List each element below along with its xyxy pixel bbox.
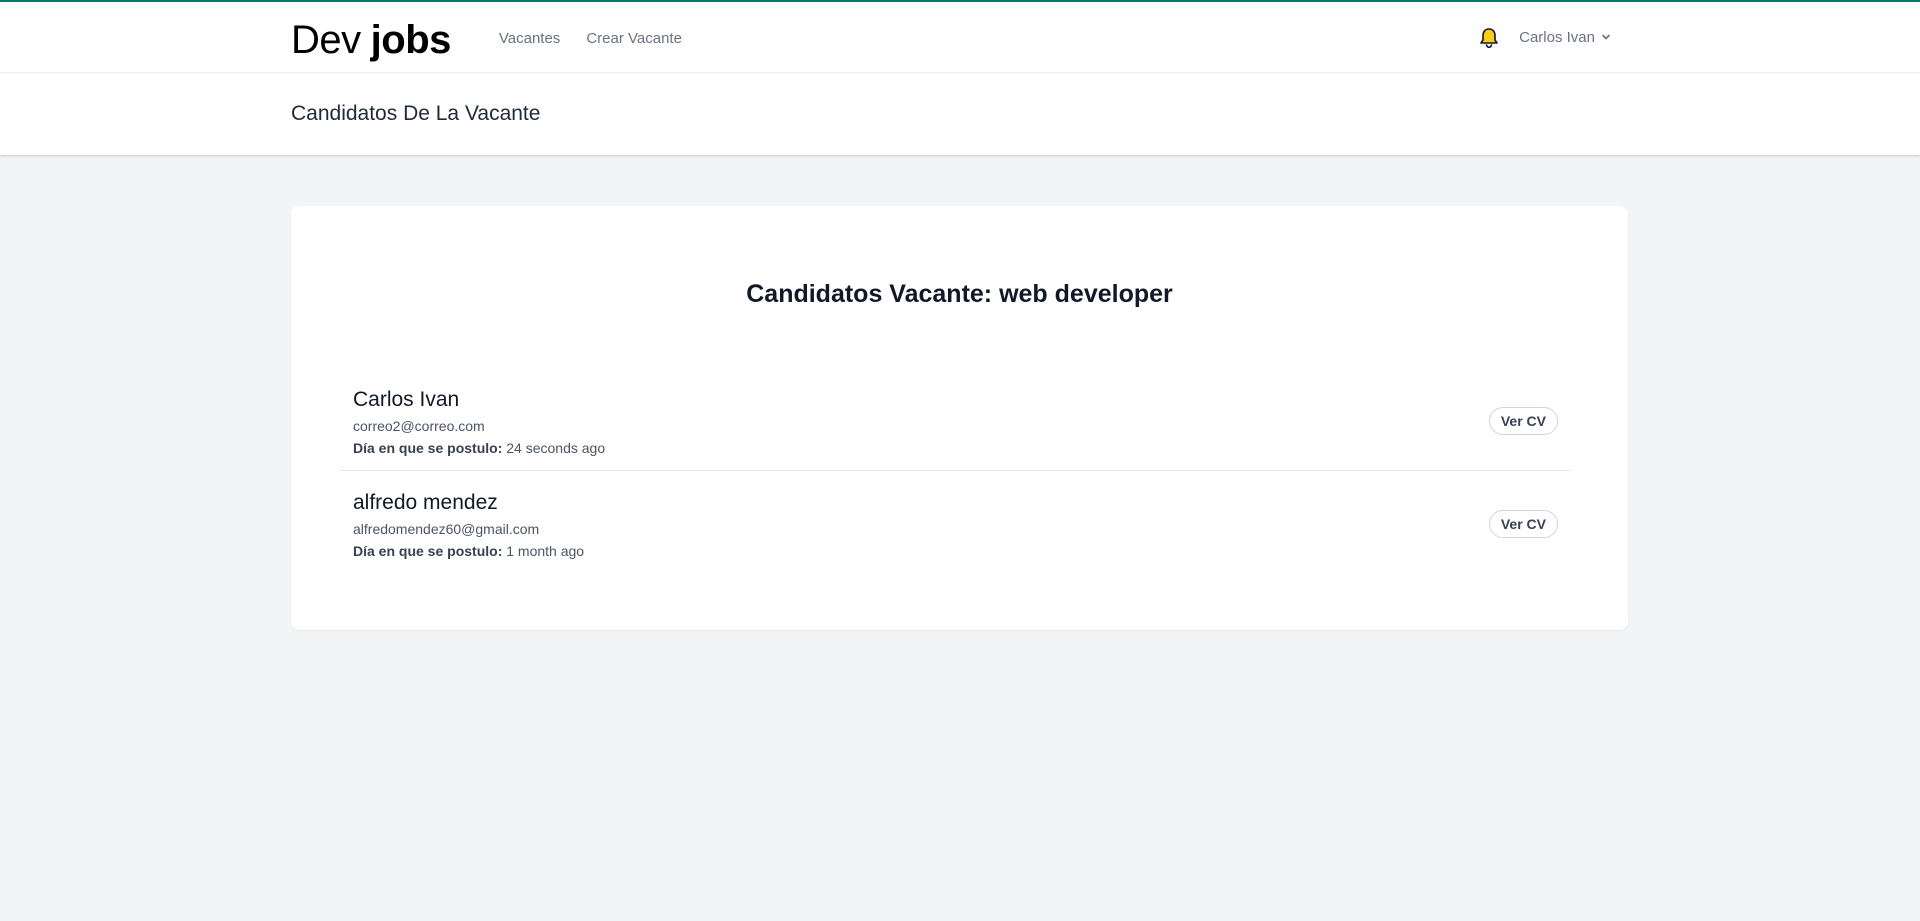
brand-logo-bold: jobs	[370, 17, 452, 62]
view-cv-button[interactable]: Ver CV	[1488, 407, 1558, 435]
candidate-email: alfredomendez60@gmail.com	[353, 521, 540, 537]
vacancy-title: Candidatos Vacante: web developer	[746, 280, 1173, 308]
candidate-email: correo2@correo.com	[353, 418, 485, 434]
brand-logo-light: Dev	[291, 17, 361, 62]
navbar-inner: Dev jobs Vacantes Crear Vacante Carlos I…	[291, 2, 1629, 73]
brand-logo[interactable]: Dev jobs	[291, 20, 451, 60]
candidate-list: Carlos Ivan correo2@correo.com Día en qu…	[340, 380, 1571, 572]
applied-date-value: 1 month ago	[506, 543, 585, 559]
candidate-applied-date: Día en que se postulo: 24 seconds ago	[353, 440, 605, 456]
list-item: alfredo mendez alfredomendez60@gmail.com…	[340, 470, 1571, 572]
navbar: Dev jobs Vacantes Crear Vacante Carlos I…	[0, 2, 1920, 73]
applied-date-label: Día en que se postulo:	[353, 440, 503, 456]
nav-link-vacantes[interactable]: Vacantes	[499, 30, 560, 47]
candidate-name: Carlos Ivan	[353, 388, 460, 411]
page-header: Candidatos De La Vacante	[0, 73, 1920, 155]
applied-date-value: 24 seconds ago	[506, 440, 606, 456]
candidate-applied-date: Día en que se postulo: 1 month ago	[353, 543, 584, 559]
user-name: Carlos Ivan	[1519, 29, 1595, 46]
nav-link-crear-vacante[interactable]: Crear Vacante	[586, 30, 682, 47]
applied-date-label: Día en que se postulo:	[353, 543, 503, 559]
nav-right: Carlos Ivan	[1477, 26, 1629, 50]
chevron-down-icon	[1601, 29, 1611, 46]
list-item: Carlos Ivan correo2@correo.com Día en qu…	[340, 380, 1571, 470]
user-menu[interactable]: Carlos Ivan	[1519, 29, 1611, 46]
page-title: Candidatos De La Vacante	[291, 102, 541, 125]
candidates-card: Candidatos Vacante: web developer Carlos…	[291, 206, 1628, 630]
candidate-name: alfredo mendez	[353, 491, 498, 514]
view-cv-button[interactable]: Ver CV	[1488, 510, 1558, 538]
bell-icon[interactable]	[1477, 26, 1501, 50]
nav-links: Vacantes Crear Vacante	[499, 30, 682, 47]
